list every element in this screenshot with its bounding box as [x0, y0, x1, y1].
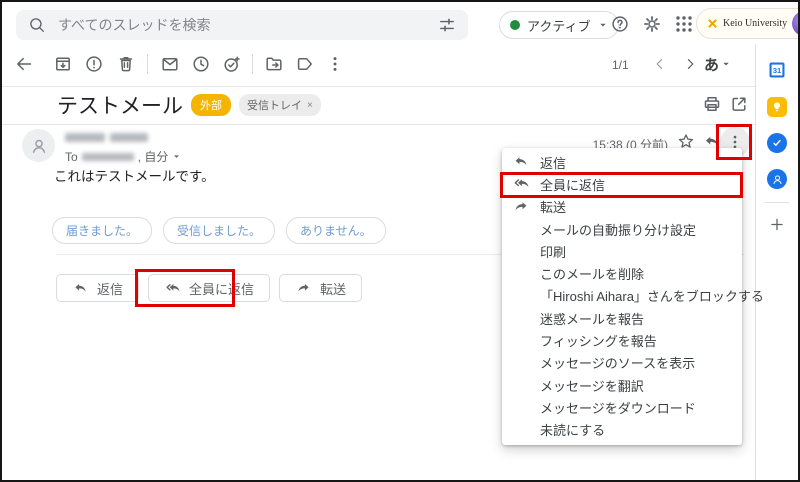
- get-addons-button[interactable]: [769, 216, 786, 233]
- print-button[interactable]: [700, 92, 724, 116]
- search-input[interactable]: [56, 16, 428, 34]
- search-icon: [28, 16, 46, 34]
- toolbar-divider: [147, 54, 148, 74]
- smart-reply-chip[interactable]: 受信しました。: [163, 217, 275, 244]
- context-menu-item[interactable]: メッセージを翻訳: [502, 374, 742, 396]
- chevron-down-icon: [598, 20, 608, 30]
- help-button[interactable]: [608, 12, 632, 36]
- email-subject: テストメール: [57, 90, 183, 120]
- message-separator: [2, 124, 758, 125]
- context-menu-item[interactable]: メールの自動振り分け設定: [502, 218, 742, 240]
- remove-label-icon[interactable]: ×: [307, 100, 313, 111]
- context-menu-item[interactable]: メッセージをダウンロード: [502, 396, 742, 418]
- keio-logo-icon: [707, 18, 718, 29]
- reply-action-button[interactable]: 返信: [56, 274, 139, 302]
- mark-unread-button[interactable]: [158, 52, 182, 76]
- context-menu-item[interactable]: フィッシングを報告: [502, 329, 742, 351]
- search-bar: [16, 10, 468, 40]
- chevron-down-icon: [721, 59, 731, 69]
- account-org-label: Keio University: [723, 18, 787, 29]
- smart-reply-chip[interactable]: ありません。: [286, 217, 386, 244]
- context-menu-item[interactable]: メッセージのソースを表示: [502, 352, 742, 374]
- apps-grid-button[interactable]: [672, 12, 696, 36]
- older-button[interactable]: [678, 52, 702, 76]
- context-menu-item[interactable]: 転送: [502, 196, 742, 218]
- settings-button[interactable]: [640, 12, 664, 36]
- context-menu-item[interactable]: 全員に返信: [502, 173, 742, 195]
- reply-actions-row: 返信 全員に返信 転送: [56, 274, 362, 302]
- inbox-label-chip: 受信トレイ ×: [239, 94, 321, 116]
- inbox-label-text: 受信トレイ: [247, 97, 302, 113]
- to-prefix: To: [65, 150, 78, 164]
- side-panel-divider: [765, 202, 789, 203]
- show-details-icon[interactable]: [172, 152, 181, 161]
- report-spam-button[interactable]: [82, 52, 106, 76]
- user-avatar[interactable]: [792, 11, 800, 36]
- to-self: , 自分: [138, 148, 169, 165]
- context-menu-item[interactable]: 「Hiroshi Aihara」さんをブロックする: [502, 285, 742, 307]
- input-tool-label: あ: [704, 54, 719, 75]
- message-body: これはテストメールです。: [54, 165, 215, 185]
- recipients-line: To , 自分: [65, 148, 181, 165]
- contacts-icon[interactable]: [767, 169, 787, 189]
- toolbar-divider: [252, 54, 253, 74]
- account-badge[interactable]: Keio University: [696, 8, 800, 39]
- input-tools-dropdown[interactable]: あ: [704, 52, 731, 76]
- smart-reply-row: 届きました。 受信しました。 ありません。: [52, 217, 386, 244]
- gmail-window: アクティブ Keio University 1/1 あ テストメール 外部 受信…: [0, 0, 800, 482]
- snooze-button[interactable]: [189, 52, 213, 76]
- back-button[interactable]: [12, 52, 36, 76]
- archive-button[interactable]: [51, 52, 75, 76]
- status-label: アクティブ: [527, 16, 591, 35]
- search-options-icon[interactable]: [438, 16, 456, 34]
- toolbar-more-button[interactable]: [323, 52, 347, 76]
- open-in-new-button[interactable]: [727, 92, 751, 116]
- toolbar-separator: [2, 86, 758, 87]
- external-badge: 外部: [191, 94, 231, 116]
- chat-status-dropdown[interactable]: アクティブ: [499, 11, 619, 39]
- calendar-icon[interactable]: [767, 60, 787, 80]
- context-menu-item[interactable]: このメールを削除: [502, 262, 742, 284]
- context-menu-item[interactable]: 返信: [502, 151, 742, 173]
- reply-action-button[interactable]: 全員に返信: [148, 274, 270, 302]
- smart-reply-chip[interactable]: 届きました。: [52, 217, 152, 244]
- sender-avatar[interactable]: [22, 129, 55, 162]
- move-to-button[interactable]: [262, 52, 286, 76]
- reply-action-button[interactable]: 転送: [279, 274, 362, 302]
- context-menu-item[interactable]: 印刷: [502, 240, 742, 262]
- newer-button[interactable]: [648, 52, 672, 76]
- pagination-counter: 1/1: [612, 58, 629, 72]
- message-context-menu: 返信 全員に返信 転送 メールの自動振り分け設定 印刷: [502, 148, 742, 445]
- keep-icon[interactable]: [767, 97, 787, 117]
- context-menu-item[interactable]: 迷惑メールを報告: [502, 307, 742, 329]
- add-to-tasks-button[interactable]: [220, 52, 244, 76]
- redacted-sender-name: [65, 133, 148, 142]
- label-button[interactable]: [293, 52, 317, 76]
- tasks-icon[interactable]: [767, 133, 787, 153]
- delete-button[interactable]: [114, 52, 138, 76]
- redacted-recipient: [82, 153, 134, 161]
- context-menu-item[interactable]: 未読にする: [502, 419, 742, 441]
- active-status-dot: [510, 20, 520, 30]
- side-panel: [755, 44, 798, 480]
